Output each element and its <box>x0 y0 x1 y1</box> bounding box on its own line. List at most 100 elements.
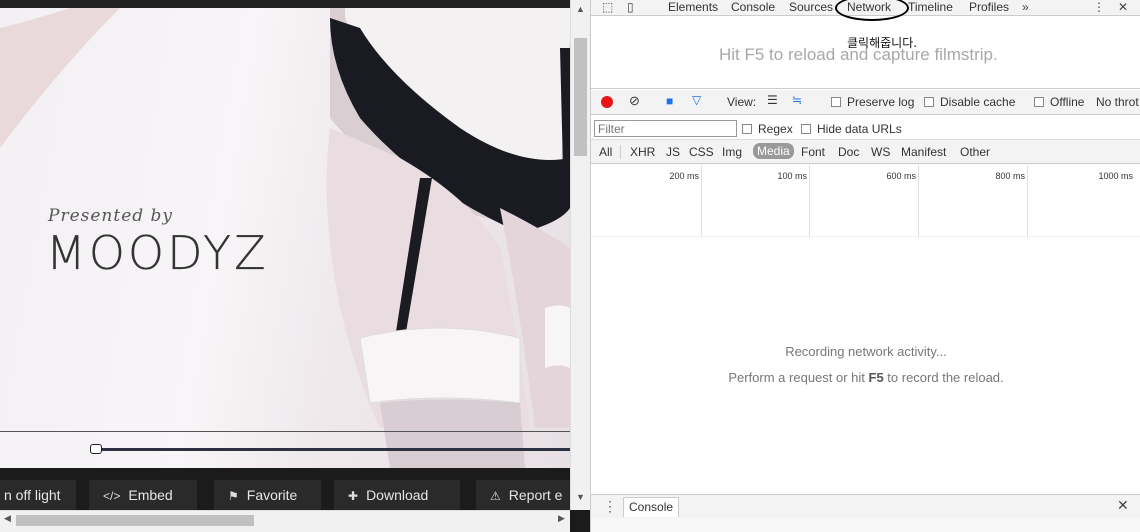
scroll-left-arrow-icon[interactable]: ◀ <box>4 513 11 524</box>
type-filter-css[interactable]: CSS <box>689 145 714 159</box>
tab-console[interactable]: Console <box>731 0 775 15</box>
brand-logo-text: MOODYZ <box>46 226 269 280</box>
type-filter-other[interactable]: Other <box>960 145 990 159</box>
network-overview-timeline[interactable]: 200 ms 100 ms 600 ms 800 ms 1000 ms <box>591 165 1140 237</box>
video-player[interactable]: Presented by MOODYZ <box>0 8 570 468</box>
type-filter-xhr[interactable]: XHR <box>630 145 655 159</box>
drawer-menu-icon[interactable]: ⋮ <box>603 498 617 515</box>
throttling-select[interactable]: No throt <box>1096 95 1139 109</box>
tab-sources[interactable]: Sources <box>789 0 833 15</box>
view-label: View: <box>727 95 757 109</box>
turn-off-light-button[interactable]: n off light <box>0 480 76 510</box>
video-seek-handle[interactable] <box>90 444 102 454</box>
tab-elements[interactable]: Elements <box>668 0 718 15</box>
console-drawer: ⋮ Console ✕ <box>591 494 1140 518</box>
horizontal-scrollbar[interactable]: ◀ ▶ <box>0 510 570 532</box>
camera-icon[interactable]: ■ <box>666 94 673 108</box>
resource-type-bar: All XHR JS CSS Img Media Font Doc WS Man… <box>591 140 1140 164</box>
type-filter-manifest[interactable]: Manifest <box>901 145 946 159</box>
embed-button[interactable]: </> Embed <box>89 480 197 510</box>
page-top-strip <box>0 0 570 8</box>
download-label: Download <box>366 487 429 503</box>
code-icon: </> <box>103 489 121 503</box>
disable-cache-label: Disable cache <box>940 95 1016 109</box>
offline-checkbox[interactable]: Offline <box>1034 95 1084 109</box>
type-filter-img[interactable]: Img <box>722 145 742 159</box>
timeline-gridline <box>918 165 919 237</box>
recording-status-text: Recording network activity... <box>785 344 947 359</box>
scroll-down-arrow-icon[interactable]: ▼ <box>576 492 585 502</box>
timeline-tick-label: 1000 ms <box>1098 171 1133 181</box>
type-filter-media[interactable]: Media <box>753 143 794 159</box>
record-icon[interactable] <box>601 96 613 108</box>
type-divider <box>620 145 621 159</box>
devtools-close-icon[interactable]: ✕ <box>1118 0 1128 15</box>
download-button[interactable]: ✚ Download <box>334 480 460 510</box>
timeline-tick-label: 100 ms <box>777 171 807 181</box>
timeline-gridline <box>1027 165 1028 237</box>
click-instruction-annotation: 클릭해줍니다. <box>847 36 918 50</box>
scroll-right-arrow-icon[interactable]: ▶ <box>558 513 565 524</box>
type-filter-ws[interactable]: WS <box>871 145 890 159</box>
bookmark-icon: ⚑ <box>228 489 239 503</box>
vertical-scroll-thumb[interactable] <box>574 38 587 156</box>
drawer-tab-console[interactable]: Console <box>623 497 680 517</box>
clear-icon[interactable]: ⊘ <box>629 93 640 109</box>
brand-presented-by: Presented by <box>48 206 174 226</box>
regex-label: Regex <box>758 122 793 136</box>
inspect-element-icon[interactable]: ⬚ <box>602 0 613 15</box>
regex-box[interactable] <box>742 124 752 134</box>
disable-cache-checkbox[interactable]: Disable cache <box>924 95 1015 109</box>
waterfall-view-icon[interactable]: ≒ <box>792 93 802 107</box>
horizontal-scroll-thumb[interactable] <box>16 515 254 526</box>
offline-box[interactable] <box>1034 97 1044 107</box>
timeline-tick-label: 600 ms <box>886 171 916 181</box>
filmstrip-area: Hit F5 to reload and capture filmstrip. <box>591 17 1140 89</box>
hide-data-urls-box[interactable] <box>801 124 811 134</box>
devtools-menu-icon[interactable]: ⋮ <box>1093 0 1105 15</box>
hide-data-urls-checkbox[interactable]: Hide data URLs <box>801 122 902 136</box>
video-seek-bar[interactable] <box>96 448 570 451</box>
hide-data-urls-label: Hide data URLs <box>817 122 902 136</box>
tab-timeline[interactable]: Timeline <box>908 0 953 15</box>
video-divider <box>0 431 570 432</box>
filter-input[interactable] <box>594 120 737 137</box>
video-action-bar: n off light </> Embed ⚑ Favorite ✚ Download… <box>0 468 586 510</box>
scroll-up-arrow-icon[interactable]: ▲ <box>576 4 585 14</box>
disable-cache-box[interactable] <box>924 97 934 107</box>
vertical-scrollbar[interactable]: ▲ ▼ <box>570 0 590 510</box>
turn-off-light-label: n off light <box>4 487 61 503</box>
preserve-log-label: Preserve log <box>847 95 915 109</box>
reload-hint-pre: Perform a request or hit <box>728 370 869 385</box>
type-filter-doc[interactable]: Doc <box>838 145 859 159</box>
type-filter-all[interactable]: All <box>599 145 612 159</box>
network-toolbar: ⊘ ■ ▽ View: ☰ ≒ Preserve log Disable cac… <box>591 90 1140 115</box>
reload-hint-text: Perform a request or hit F5 to record th… <box>591 370 1140 385</box>
timeline-tick-label: 800 ms <box>995 171 1025 181</box>
filter-bar: Regex Hide data URLs <box>591 116 1140 140</box>
timeline-tick-label: 200 ms <box>669 171 699 181</box>
type-filter-font[interactable]: Font <box>801 145 825 159</box>
offline-label: Offline <box>1050 95 1085 109</box>
device-mode-icon[interactable]: ▯ <box>627 0 634 15</box>
devtools-panel: ⬚ ▯ Elements Console Sources Network Tim… <box>590 0 1140 532</box>
timeline-gridline <box>701 165 702 237</box>
type-filter-js[interactable]: JS <box>666 145 680 159</box>
favorite-button[interactable]: ⚑ Favorite <box>214 480 321 510</box>
preserve-log-checkbox[interactable]: Preserve log <box>831 95 914 109</box>
filter-icon[interactable]: ▽ <box>692 93 701 107</box>
tab-profiles[interactable]: Profiles <box>969 0 1009 15</box>
list-view-icon[interactable]: ☰ <box>767 93 778 107</box>
drawer-close-icon[interactable]: ✕ <box>1117 497 1129 514</box>
plus-icon: ✚ <box>348 489 359 503</box>
report-label: Report e <box>508 487 563 503</box>
more-tabs-icon[interactable]: » <box>1022 0 1029 15</box>
warning-icon: ⚠ <box>490 489 501 503</box>
embed-label: Embed <box>128 487 173 503</box>
reload-hint-key: F5 <box>868 370 884 385</box>
reload-hint-post: to record the reload. <box>883 370 1004 385</box>
timeline-gridline <box>809 165 810 237</box>
preserve-log-box[interactable] <box>831 97 841 107</box>
regex-checkbox[interactable]: Regex <box>742 122 793 136</box>
video-page: Presented by MOODYZ n off light </> Embed… <box>0 0 590 532</box>
